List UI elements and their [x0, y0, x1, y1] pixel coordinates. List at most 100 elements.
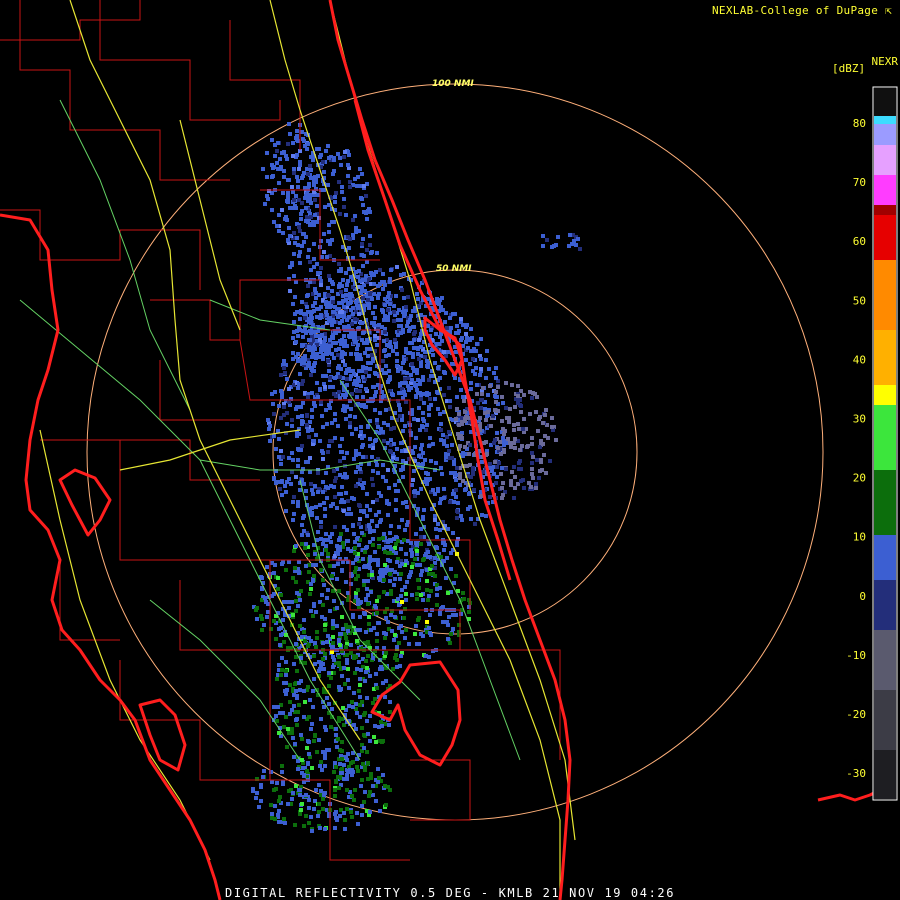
- echo-cell: [399, 331, 403, 335]
- echo-cell: [319, 568, 323, 572]
- echo-cell: [331, 665, 335, 669]
- echo-cell: [320, 768, 324, 772]
- echo-cell: [294, 407, 298, 411]
- echo-cell: [276, 705, 280, 709]
- echo-cell: [287, 400, 291, 404]
- echo-cell: [309, 168, 313, 172]
- echo-cell: [326, 239, 330, 243]
- echo-cell: [400, 288, 404, 292]
- echo-cell: [516, 422, 520, 426]
- echo-cell: [345, 788, 349, 792]
- echo-cell: [541, 421, 545, 425]
- echo-cell: [383, 297, 387, 301]
- echo-cell: [530, 436, 534, 440]
- echo-cell: [522, 486, 526, 490]
- echo-cell: [517, 467, 521, 471]
- echo-cell: [412, 469, 416, 473]
- echo-cell: [300, 758, 304, 762]
- echo-cell: [291, 351, 295, 355]
- echo-cell: [368, 559, 372, 563]
- echo-cell: [274, 447, 278, 451]
- echo-cell: [402, 296, 406, 300]
- echo-cell: [438, 412, 442, 416]
- echo-cell: [399, 547, 403, 551]
- echo-cell: [291, 154, 295, 158]
- echo-cell: [270, 392, 274, 396]
- echo-cell: [373, 338, 377, 342]
- echo-cell: [293, 566, 297, 570]
- echo-cell: [414, 436, 418, 440]
- echo-cell: [544, 408, 548, 412]
- echo-cell: [358, 517, 362, 521]
- echo-cell: [288, 234, 292, 238]
- echo-cell: [365, 492, 369, 496]
- echo-cell: [360, 436, 364, 440]
- echo-cell: [278, 487, 282, 491]
- echo-cell: [405, 580, 409, 584]
- echo-cell: [373, 408, 377, 412]
- echo-cell: [480, 460, 484, 464]
- echo-cell: [425, 588, 429, 592]
- echo-cell: [342, 777, 346, 781]
- echo-cell: [364, 194, 368, 198]
- echo-cell: [337, 589, 341, 593]
- echo-cell: [361, 296, 365, 300]
- echo-cell: [496, 385, 500, 389]
- echo-cell: [286, 238, 290, 242]
- echo-cell: [342, 763, 346, 767]
- echo-cell: [365, 341, 369, 345]
- echo-cell: [346, 547, 350, 551]
- echo-cell: [406, 295, 410, 299]
- echo-cell: [447, 449, 451, 453]
- echo-cell: [310, 391, 314, 395]
- echo-cell: [395, 359, 399, 363]
- echo-cell: [306, 293, 310, 297]
- echo-cell: [318, 276, 322, 280]
- echo-cell: [484, 358, 488, 362]
- echo-cell: [383, 610, 387, 614]
- echo-cell: [294, 599, 298, 603]
- echo-cell: [309, 482, 313, 486]
- echo-cell: [427, 444, 431, 448]
- echo-cell: [318, 271, 322, 275]
- echo-cell: [302, 774, 306, 778]
- echo-cell: [534, 410, 538, 414]
- echo-cell: [334, 779, 338, 783]
- echo-cell: [326, 286, 330, 290]
- echo-cell: [501, 401, 505, 405]
- echo-cell: [376, 296, 380, 300]
- echo-cell: [375, 498, 379, 502]
- echo-cell: [367, 462, 371, 466]
- echo-cell: [436, 522, 440, 526]
- echo-cell: [330, 574, 334, 578]
- echo-cell: [359, 784, 363, 788]
- echo-cell: [290, 727, 294, 731]
- echo-cell: [346, 629, 350, 633]
- echo-cell: [275, 677, 279, 681]
- echo-cell: [451, 312, 455, 316]
- echo-cell: [396, 489, 400, 493]
- echo-cell: [430, 564, 434, 568]
- echo-cell: [363, 564, 367, 568]
- echo-cell: [361, 375, 365, 379]
- echo-cell: [403, 377, 407, 381]
- echo-cell: [381, 739, 385, 743]
- echo-cell: [310, 346, 314, 350]
- echo-cell: [434, 332, 438, 336]
- echo-cell: [299, 217, 303, 221]
- echo-cell: [265, 194, 269, 198]
- echo-cell: [504, 381, 508, 385]
- echo-cell: [485, 452, 489, 456]
- echo-cell: [342, 197, 346, 201]
- echo-cell: [495, 395, 499, 399]
- echo-cell: [323, 617, 327, 621]
- echo-cell: [378, 268, 382, 272]
- echo-cell: [313, 198, 317, 202]
- echo-cell: [345, 405, 349, 409]
- echo-cell: [410, 362, 414, 366]
- echo-cell: [340, 485, 344, 489]
- echo-cell: [398, 664, 402, 668]
- echo-cell: [340, 615, 344, 619]
- echo-cell: [317, 783, 321, 787]
- echo-cell: [340, 498, 344, 502]
